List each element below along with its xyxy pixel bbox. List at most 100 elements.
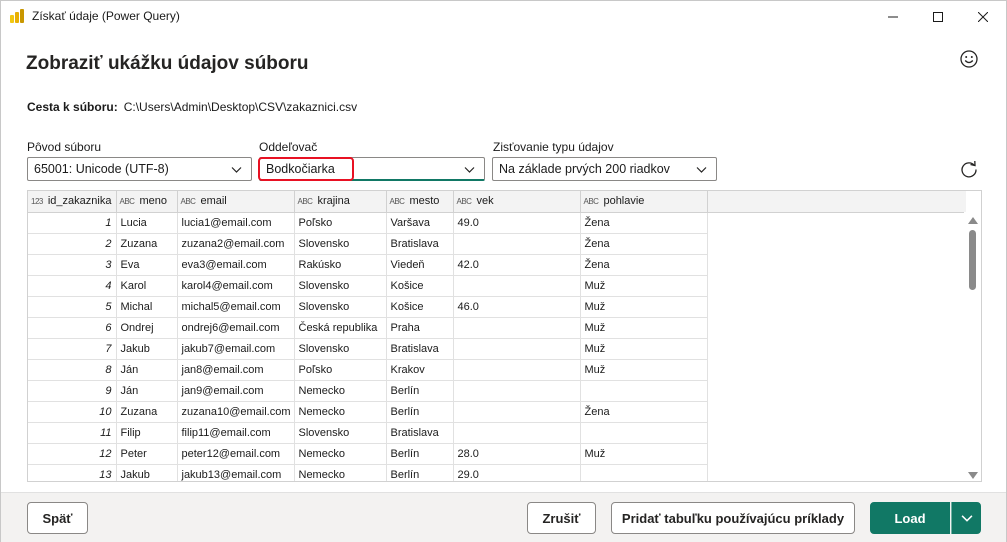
- table-cell-id_zakaznika[interactable]: 7: [28, 338, 117, 360]
- scroll-down-icon[interactable]: [968, 472, 978, 479]
- table-cell-krajina[interactable]: Slovensko: [294, 422, 387, 444]
- column-header-pohlavie[interactable]: ABC pohlavie: [580, 191, 708, 213]
- table-cell-id_zakaznika[interactable]: 6: [28, 317, 117, 339]
- add-table-using-examples-button[interactable]: Pridať tabuľku používajúcu príklady: [611, 502, 855, 534]
- table-cell-id_zakaznika[interactable]: 11: [28, 422, 117, 444]
- table-cell-krajina[interactable]: Nemecko: [294, 443, 387, 465]
- table-cell-meno[interactable]: Ján: [116, 359, 178, 381]
- type-detection-select[interactable]: Na základe prvých 200 riadkov: [492, 157, 717, 181]
- table-cell-pohlavie[interactable]: [580, 380, 708, 402]
- table-cell-meno[interactable]: Jakub: [116, 464, 178, 481]
- table-row[interactable]: 9 Ján jan9@email.com Nemecko Berlín: [28, 380, 966, 402]
- table-cell-email[interactable]: jakub13@email.com: [177, 464, 295, 481]
- column-header-mesto[interactable]: ABC mesto: [386, 191, 454, 213]
- load-button[interactable]: Load: [870, 502, 950, 534]
- table-cell-mesto[interactable]: Bratislava: [386, 233, 454, 255]
- table-cell-mesto[interactable]: Košice: [386, 275, 454, 297]
- table-cell-pohlavie[interactable]: Muž: [580, 296, 708, 318]
- table-cell-pohlavie[interactable]: Žena: [580, 212, 708, 234]
- table-cell-mesto[interactable]: Viedeň: [386, 254, 454, 276]
- table-row[interactable]: 2 Zuzana zuzana2@email.com Slovensko Bratisl…: [28, 233, 966, 255]
- table-cell-krajina[interactable]: Poľsko: [294, 359, 387, 381]
- table-cell-pohlavie[interactable]: Muž: [580, 275, 708, 297]
- text-type-icon[interactable]: ABC: [584, 197, 599, 206]
- table-cell-meno[interactable]: Jakub: [116, 338, 178, 360]
- table-cell-email[interactable]: peter12@email.com: [177, 443, 295, 465]
- column-header-vek[interactable]: ABC vek: [453, 191, 581, 213]
- table-cell-vek[interactable]: 28.0: [453, 443, 581, 465]
- table-row[interactable]: 7 Jakub jakub7@email.com Slovensko Bratislav…: [28, 338, 966, 360]
- table-cell-email[interactable]: lucia1@email.com: [177, 212, 295, 234]
- table-cell-krajina[interactable]: Nemecko: [294, 401, 387, 423]
- table-cell-id_zakaznika[interactable]: 2: [28, 233, 117, 255]
- scroll-up-icon[interactable]: [968, 217, 978, 224]
- table-cell-email[interactable]: zuzana2@email.com: [177, 233, 295, 255]
- text-type-icon[interactable]: ABC: [181, 197, 196, 206]
- table-cell-id_zakaznika[interactable]: 12: [28, 443, 117, 465]
- table-cell-vek[interactable]: [453, 317, 581, 339]
- table-cell-email[interactable]: jan8@email.com: [177, 359, 295, 381]
- table-cell-id_zakaznika[interactable]: 9: [28, 380, 117, 402]
- text-type-icon[interactable]: ABC: [298, 197, 313, 206]
- table-cell-meno[interactable]: Zuzana: [116, 401, 178, 423]
- table-cell-email[interactable]: ondrej6@email.com: [177, 317, 295, 339]
- vertical-scrollbar[interactable]: [964, 212, 981, 481]
- table-row[interactable]: 10 Zuzana zuzana10@email.com Nemecko Berlín Ž…: [28, 401, 966, 423]
- table-cell-meno[interactable]: Zuzana: [116, 233, 178, 255]
- data-preview-table[interactable]: 123 id_zakaznika ABC meno ABC email ABC krajina…: [27, 190, 982, 482]
- cancel-button[interactable]: Zrušiť: [527, 502, 596, 534]
- table-cell-krajina[interactable]: Slovensko: [294, 338, 387, 360]
- column-header-meno[interactable]: ABC meno: [116, 191, 178, 213]
- table-row[interactable]: 6 Ondrej ondrej6@email.com Česká republika P…: [28, 317, 966, 339]
- close-button[interactable]: [960, 1, 1006, 32]
- smiley-feedback-icon[interactable]: [959, 49, 979, 69]
- back-button[interactable]: Späť: [27, 502, 88, 534]
- table-row[interactable]: 8 Ján jan8@email.com Poľsko Krakov Muž: [28, 359, 966, 381]
- table-cell-krajina[interactable]: Nemecko: [294, 464, 387, 481]
- load-options-button[interactable]: [952, 502, 981, 534]
- table-cell-email[interactable]: karol4@email.com: [177, 275, 295, 297]
- table-cell-mesto[interactable]: Bratislava: [386, 338, 454, 360]
- table-cell-id_zakaznika[interactable]: 10: [28, 401, 117, 423]
- table-cell-email[interactable]: filip11@email.com: [177, 422, 295, 444]
- origin-select[interactable]: 65001: Unicode (UTF-8): [27, 157, 252, 181]
- table-cell-krajina[interactable]: Slovensko: [294, 275, 387, 297]
- table-cell-mesto[interactable]: Berlín: [386, 464, 454, 481]
- table-cell-id_zakaznika[interactable]: 5: [28, 296, 117, 318]
- table-cell-meno[interactable]: Peter: [116, 443, 178, 465]
- table-cell-id_zakaznika[interactable]: 3: [28, 254, 117, 276]
- table-cell-pohlavie[interactable]: [580, 422, 708, 444]
- table-cell-vek[interactable]: 29.0: [453, 464, 581, 481]
- table-cell-pohlavie[interactable]: Muž: [580, 338, 708, 360]
- table-cell-mesto[interactable]: Varšava: [386, 212, 454, 234]
- table-cell-pohlavie[interactable]: Žena: [580, 233, 708, 255]
- table-row[interactable]: 13 Jakub jakub13@email.com Nemecko Berlín 29.…: [28, 464, 966, 481]
- scroll-thumb[interactable]: [969, 230, 976, 290]
- table-cell-pohlavie[interactable]: Muž: [580, 317, 708, 339]
- table-cell-vek[interactable]: 42.0: [453, 254, 581, 276]
- table-cell-pohlavie[interactable]: [580, 464, 708, 481]
- table-cell-id_zakaznika[interactable]: 4: [28, 275, 117, 297]
- table-row[interactable]: 5 Michal michal5@email.com Slovensko Košice 4…: [28, 296, 966, 318]
- table-cell-pohlavie[interactable]: Žena: [580, 401, 708, 423]
- table-cell-email[interactable]: eva3@email.com: [177, 254, 295, 276]
- table-cell-vek[interactable]: [453, 359, 581, 381]
- table-cell-vek[interactable]: [453, 338, 581, 360]
- table-cell-mesto[interactable]: Berlín: [386, 380, 454, 402]
- title-bar[interactable]: Získať údaje (Power Query): [1, 1, 1006, 32]
- table-cell-vek[interactable]: 46.0: [453, 296, 581, 318]
- table-cell-vek[interactable]: [453, 275, 581, 297]
- table-cell-krajina[interactable]: Rakúsko: [294, 254, 387, 276]
- table-cell-email[interactable]: jakub7@email.com: [177, 338, 295, 360]
- column-header-id_zakaznika[interactable]: 123 id_zakaznika: [28, 191, 117, 213]
- text-type-icon[interactable]: ABC: [390, 197, 405, 206]
- table-cell-mesto[interactable]: Krakov: [386, 359, 454, 381]
- number-type-icon[interactable]: 123: [31, 197, 43, 206]
- table-cell-pohlavie[interactable]: Muž: [580, 443, 708, 465]
- table-cell-meno[interactable]: Ján: [116, 380, 178, 402]
- table-row[interactable]: 1 Lucia lucia1@email.com Poľsko Varšava 49.0 Ž…: [28, 212, 966, 234]
- text-type-icon[interactable]: ABC: [457, 197, 472, 206]
- table-cell-vek[interactable]: 49.0: [453, 212, 581, 234]
- minimize-button[interactable]: [870, 1, 916, 32]
- table-row[interactable]: 11 Filip filip11@email.com Slovensko Bratisl…: [28, 422, 966, 444]
